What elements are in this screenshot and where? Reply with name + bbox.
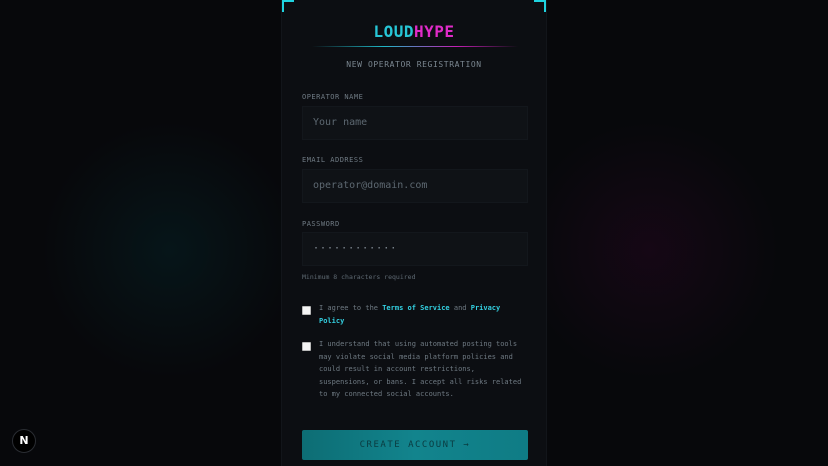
- risk-checkbox[interactable]: [302, 342, 311, 351]
- brand-logo-part1: LOUD: [373, 22, 414, 41]
- name-input[interactable]: Your name: [302, 106, 528, 140]
- password-input[interactable]: ············: [302, 232, 528, 266]
- brand-logo: LOUDHYPE: [282, 22, 546, 41]
- terms-middle: and: [449, 304, 471, 312]
- create-account-button[interactable]: CREATE ACCOUNT →: [302, 430, 528, 460]
- email-label: EMAIL ADDRESS: [302, 156, 364, 164]
- password-hint: Minimum 8 characters required: [302, 273, 416, 281]
- terms-of-service-link[interactable]: Terms of Service: [382, 304, 449, 312]
- next-dev-badge[interactable]: N: [12, 429, 36, 453]
- risk-acknowledgement-text: I understand that using automated postin…: [319, 340, 522, 399]
- name-label: OPERATOR NAME: [302, 93, 364, 101]
- background-glow-magenta: [520, 120, 780, 380]
- corner-bracket-right: [534, 0, 546, 12]
- terms-prefix: I agree to the: [319, 304, 383, 312]
- registration-card: LOUDHYPE NEW OPERATOR REGISTRATION OPERA…: [281, 0, 547, 466]
- password-label: PASSWORD: [302, 220, 340, 228]
- brand-logo-part2: HYPE: [414, 22, 455, 41]
- background-glow-cyan: [40, 120, 300, 380]
- page-subtitle: NEW OPERATOR REGISTRATION: [346, 60, 482, 69]
- terms-text: I agree to the Terms of Service and Priv…: [319, 302, 525, 327]
- terms-checkbox[interactable]: [302, 306, 311, 315]
- email-input[interactable]: operator@domain.com: [302, 169, 528, 203]
- logo-divider: [312, 46, 518, 47]
- corner-bracket-left: [282, 0, 294, 12]
